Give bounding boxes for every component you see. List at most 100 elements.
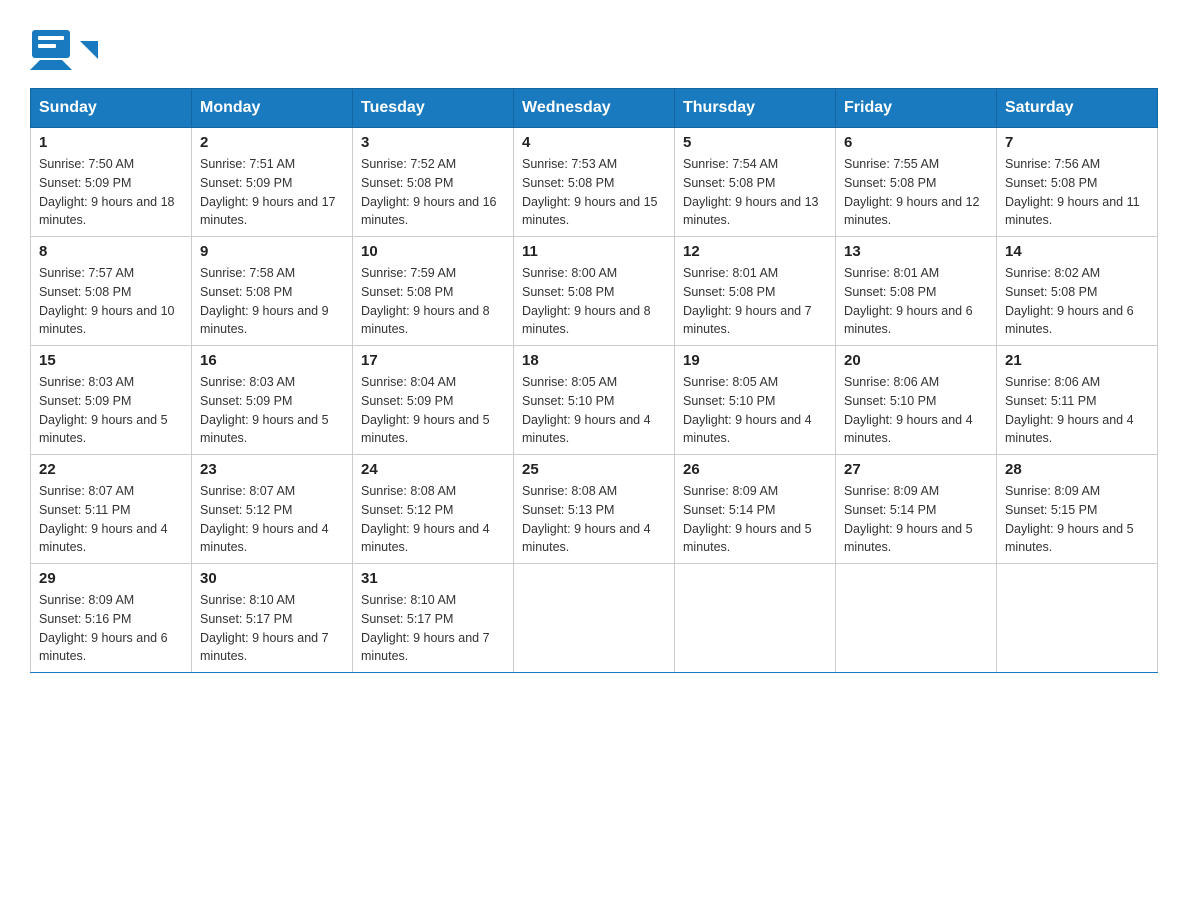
day-info: Sunrise: 7:57 AM Sunset: 5:08 PM Dayligh… — [39, 264, 183, 339]
calendar-cell: 21 Sunrise: 8:06 AM Sunset: 5:11 PM Dayl… — [997, 346, 1158, 455]
calendar-cell: 10 Sunrise: 7:59 AM Sunset: 5:08 PM Dayl… — [353, 237, 514, 346]
day-number: 22 — [39, 461, 183, 478]
calendar-cell: 25 Sunrise: 8:08 AM Sunset: 5:13 PM Dayl… — [514, 455, 675, 564]
day-info: Sunrise: 7:56 AM Sunset: 5:08 PM Dayligh… — [1005, 155, 1149, 230]
day-info: Sunrise: 8:09 AM Sunset: 5:16 PM Dayligh… — [39, 591, 183, 666]
day-number: 30 — [200, 570, 344, 587]
day-number: 16 — [200, 352, 344, 369]
day-number: 29 — [39, 570, 183, 587]
calendar-week-1: 1 Sunrise: 7:50 AM Sunset: 5:09 PM Dayli… — [31, 128, 1158, 237]
weekday-header-friday: Friday — [836, 89, 997, 128]
day-number: 26 — [683, 461, 827, 478]
day-number: 20 — [844, 352, 988, 369]
calendar-cell: 7 Sunrise: 7:56 AM Sunset: 5:08 PM Dayli… — [997, 128, 1158, 237]
calendar-cell: 23 Sunrise: 8:07 AM Sunset: 5:12 PM Dayl… — [192, 455, 353, 564]
day-info: Sunrise: 7:59 AM Sunset: 5:08 PM Dayligh… — [361, 264, 505, 339]
calendar-cell: 26 Sunrise: 8:09 AM Sunset: 5:14 PM Dayl… — [675, 455, 836, 564]
calendar-cell: 28 Sunrise: 8:09 AM Sunset: 5:15 PM Dayl… — [997, 455, 1158, 564]
day-number: 10 — [361, 243, 505, 260]
calendar-cell: 2 Sunrise: 7:51 AM Sunset: 5:09 PM Dayli… — [192, 128, 353, 237]
day-info: Sunrise: 8:08 AM Sunset: 5:12 PM Dayligh… — [361, 482, 505, 557]
calendar-cell — [836, 564, 997, 673]
day-number: 24 — [361, 461, 505, 478]
calendar-cell: 24 Sunrise: 8:08 AM Sunset: 5:12 PM Dayl… — [353, 455, 514, 564]
day-info: Sunrise: 8:00 AM Sunset: 5:08 PM Dayligh… — [522, 264, 666, 339]
calendar-cell: 29 Sunrise: 8:09 AM Sunset: 5:16 PM Dayl… — [31, 564, 192, 673]
day-info: Sunrise: 8:04 AM Sunset: 5:09 PM Dayligh… — [361, 373, 505, 448]
calendar-cell: 6 Sunrise: 7:55 AM Sunset: 5:08 PM Dayli… — [836, 128, 997, 237]
calendar-cell — [997, 564, 1158, 673]
day-info: Sunrise: 7:53 AM Sunset: 5:08 PM Dayligh… — [522, 155, 666, 230]
day-info: Sunrise: 8:06 AM Sunset: 5:10 PM Dayligh… — [844, 373, 988, 448]
calendar-week-2: 8 Sunrise: 7:57 AM Sunset: 5:08 PM Dayli… — [31, 237, 1158, 346]
calendar-week-4: 22 Sunrise: 8:07 AM Sunset: 5:11 PM Dayl… — [31, 455, 1158, 564]
day-info: Sunrise: 8:01 AM Sunset: 5:08 PM Dayligh… — [683, 264, 827, 339]
day-info: Sunrise: 8:08 AM Sunset: 5:13 PM Dayligh… — [522, 482, 666, 557]
day-number: 21 — [1005, 352, 1149, 369]
day-number: 5 — [683, 134, 827, 151]
calendar-cell: 3 Sunrise: 7:52 AM Sunset: 5:08 PM Dayli… — [353, 128, 514, 237]
weekday-header-thursday: Thursday — [675, 89, 836, 128]
day-number: 1 — [39, 134, 183, 151]
weekday-header-saturday: Saturday — [997, 89, 1158, 128]
day-number: 6 — [844, 134, 988, 151]
day-number: 28 — [1005, 461, 1149, 478]
weekday-header-sunday: Sunday — [31, 89, 192, 128]
calendar-table: SundayMondayTuesdayWednesdayThursdayFrid… — [30, 88, 1158, 673]
day-number: 23 — [200, 461, 344, 478]
calendar-cell: 16 Sunrise: 8:03 AM Sunset: 5:09 PM Dayl… — [192, 346, 353, 455]
calendar-week-3: 15 Sunrise: 8:03 AM Sunset: 5:09 PM Dayl… — [31, 346, 1158, 455]
day-number: 15 — [39, 352, 183, 369]
day-info: Sunrise: 8:03 AM Sunset: 5:09 PM Dayligh… — [200, 373, 344, 448]
calendar-cell — [675, 564, 836, 673]
day-info: Sunrise: 8:06 AM Sunset: 5:11 PM Dayligh… — [1005, 373, 1149, 448]
logo — [30, 28, 98, 70]
calendar-week-5: 29 Sunrise: 8:09 AM Sunset: 5:16 PM Dayl… — [31, 564, 1158, 673]
calendar-cell: 17 Sunrise: 8:04 AM Sunset: 5:09 PM Dayl… — [353, 346, 514, 455]
day-number: 31 — [361, 570, 505, 587]
calendar-cell: 31 Sunrise: 8:10 AM Sunset: 5:17 PM Dayl… — [353, 564, 514, 673]
calendar-cell: 13 Sunrise: 8:01 AM Sunset: 5:08 PM Dayl… — [836, 237, 997, 346]
day-info: Sunrise: 8:09 AM Sunset: 5:14 PM Dayligh… — [683, 482, 827, 557]
day-number: 4 — [522, 134, 666, 151]
calendar-cell: 14 Sunrise: 8:02 AM Sunset: 5:08 PM Dayl… — [997, 237, 1158, 346]
calendar-cell: 18 Sunrise: 8:05 AM Sunset: 5:10 PM Dayl… — [514, 346, 675, 455]
day-info: Sunrise: 8:01 AM Sunset: 5:08 PM Dayligh… — [844, 264, 988, 339]
weekday-header-monday: Monday — [192, 89, 353, 128]
day-number: 8 — [39, 243, 183, 260]
day-number: 14 — [1005, 243, 1149, 260]
day-number: 3 — [361, 134, 505, 151]
day-info: Sunrise: 8:09 AM Sunset: 5:15 PM Dayligh… — [1005, 482, 1149, 557]
day-number: 27 — [844, 461, 988, 478]
day-number: 9 — [200, 243, 344, 260]
day-number: 12 — [683, 243, 827, 260]
day-number: 7 — [1005, 134, 1149, 151]
page-header — [30, 20, 1158, 70]
calendar-cell: 30 Sunrise: 8:10 AM Sunset: 5:17 PM Dayl… — [192, 564, 353, 673]
day-info: Sunrise: 8:09 AM Sunset: 5:14 PM Dayligh… — [844, 482, 988, 557]
logo-triangle-icon — [80, 41, 98, 59]
day-info: Sunrise: 7:52 AM Sunset: 5:08 PM Dayligh… — [361, 155, 505, 230]
day-info: Sunrise: 7:58 AM Sunset: 5:08 PM Dayligh… — [200, 264, 344, 339]
day-info: Sunrise: 7:50 AM Sunset: 5:09 PM Dayligh… — [39, 155, 183, 230]
calendar-cell: 4 Sunrise: 7:53 AM Sunset: 5:08 PM Dayli… — [514, 128, 675, 237]
day-info: Sunrise: 7:55 AM Sunset: 5:08 PM Dayligh… — [844, 155, 988, 230]
day-number: 19 — [683, 352, 827, 369]
day-number: 2 — [200, 134, 344, 151]
calendar-cell: 11 Sunrise: 8:00 AM Sunset: 5:08 PM Dayl… — [514, 237, 675, 346]
calendar-cell: 5 Sunrise: 7:54 AM Sunset: 5:08 PM Dayli… — [675, 128, 836, 237]
day-info: Sunrise: 7:51 AM Sunset: 5:09 PM Dayligh… — [200, 155, 344, 230]
calendar-cell: 1 Sunrise: 7:50 AM Sunset: 5:09 PM Dayli… — [31, 128, 192, 237]
calendar-cell: 12 Sunrise: 8:01 AM Sunset: 5:08 PM Dayl… — [675, 237, 836, 346]
day-info: Sunrise: 8:05 AM Sunset: 5:10 PM Dayligh… — [522, 373, 666, 448]
day-info: Sunrise: 8:10 AM Sunset: 5:17 PM Dayligh… — [361, 591, 505, 666]
calendar-cell: 8 Sunrise: 7:57 AM Sunset: 5:08 PM Dayli… — [31, 237, 192, 346]
day-number: 11 — [522, 243, 666, 260]
calendar-cell: 20 Sunrise: 8:06 AM Sunset: 5:10 PM Dayl… — [836, 346, 997, 455]
calendar-cell: 15 Sunrise: 8:03 AM Sunset: 5:09 PM Dayl… — [31, 346, 192, 455]
day-number: 17 — [361, 352, 505, 369]
calendar-header: SundayMondayTuesdayWednesdayThursdayFrid… — [31, 89, 1158, 128]
calendar-body: 1 Sunrise: 7:50 AM Sunset: 5:09 PM Dayli… — [31, 128, 1158, 673]
day-info: Sunrise: 8:02 AM Sunset: 5:08 PM Dayligh… — [1005, 264, 1149, 339]
day-number: 25 — [522, 461, 666, 478]
